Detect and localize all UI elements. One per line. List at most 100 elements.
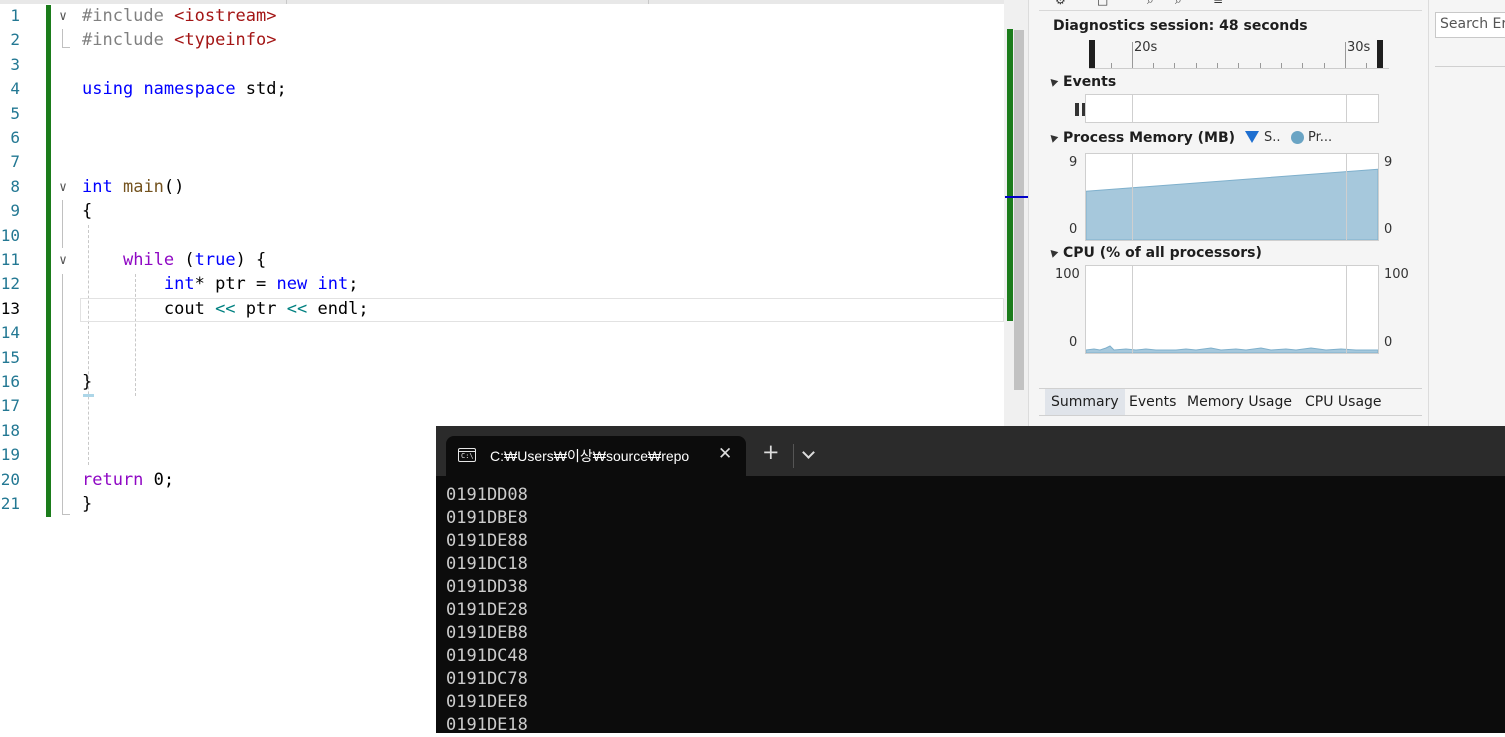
fold-toggle-icon[interactable]: ∨ (56, 176, 70, 200)
divider (1039, 10, 1422, 11)
tab-cpu-usage[interactable]: CPU Usage (1299, 389, 1388, 415)
tab-memory-usage[interactable]: Memory Usage (1181, 389, 1298, 415)
code-line[interactable]: } (82, 492, 92, 516)
code-line[interactable]: int* ptr = new int; (82, 272, 359, 296)
process-memory-label: Process Memory (MB) (1063, 130, 1236, 146)
scrollbar-caret-marker (1005, 196, 1029, 198)
code-line[interactable]: } (82, 370, 92, 394)
settings-icon[interactable]: ⚙ (1055, 0, 1066, 7)
terminal-output-line: 0191DE18 (446, 715, 528, 735)
terminal-output-line: 0191DD08 (446, 485, 528, 505)
collapse-triangle-icon[interactable] (1047, 132, 1059, 143)
diagnostic-tabs: Summary Events Memory Usage CPU Usage (1039, 388, 1422, 416)
code-token: 0; (143, 469, 175, 490)
code-token: int (317, 274, 349, 295)
line-number: 12 (0, 274, 20, 294)
memory-axis-min-right: 0 (1384, 222, 1393, 237)
ruler-label-30s: 30s (1347, 40, 1371, 55)
code-token: cout (82, 298, 216, 319)
zoom-in-icon[interactable]: ⌕ (1147, 0, 1154, 8)
brace-match-marker (83, 394, 94, 397)
cpu-usage-header[interactable]: CPU (% of all processors) (1047, 245, 1262, 261)
line-number: 11 (0, 250, 20, 269)
collapse-triangle-icon[interactable] (1047, 247, 1059, 258)
code-line[interactable]: using namespace std; (82, 77, 287, 101)
code-token: () (163, 176, 185, 197)
line-number: 8 (10, 176, 20, 196)
process-memory-header[interactable]: Process Memory (MB) (1047, 130, 1236, 146)
collapse-triangle-icon[interactable] (1047, 76, 1059, 87)
code-token: while (122, 250, 175, 270)
code-line[interactable]: while (true) { (82, 248, 266, 272)
code-line[interactable]: #include <iostream> (82, 4, 276, 28)
fold-toggle-icon[interactable]: ∨ (56, 249, 70, 273)
chart-icon[interactable]: ≡ (1213, 0, 1223, 7)
line-number: 9 (10, 201, 20, 221)
new-tab-button[interactable]: + (762, 442, 780, 463)
line-number: 14 (0, 323, 20, 343)
search-input[interactable] (1436, 13, 1505, 35)
line-number: 1 (10, 6, 20, 25)
zoom-out-icon[interactable]: ⌕ (1175, 0, 1182, 8)
cpu-usage-chart[interactable] (1085, 265, 1379, 354)
code-line[interactable]: #include <typeinfo> (82, 28, 276, 52)
cpu-usage-graph (1086, 345, 1378, 353)
change-tracking-bar (46, 5, 51, 517)
close-tab-icon[interactable]: ✕ (718, 444, 732, 464)
search-box[interactable] (1435, 12, 1505, 38)
scrollbar-change-marker (1007, 29, 1013, 321)
code-token: ( (174, 250, 195, 270)
timeline-start-handle[interactable] (1089, 40, 1095, 68)
memory-area-series (1086, 168, 1378, 240)
chevron-down-icon[interactable] (802, 446, 815, 459)
terminal-title-bar[interactable]: C:\ C:₩Users₩이상₩source₩repo ✕ + (436, 426, 1505, 476)
timeline-ruler[interactable]: 20s 30s (1089, 40, 1389, 69)
fold-region-line (62, 274, 63, 514)
code-line[interactable]: cout << ptr << endl; (82, 297, 369, 321)
terminal-output-line: 0191DE88 (446, 531, 528, 551)
code-token: endl; (307, 298, 369, 319)
code-token: ; (348, 274, 359, 295)
fold-toggle-icon[interactable]: ∨ (56, 5, 70, 29)
code-token: main (122, 176, 164, 197)
timeline-end-handle[interactable] (1377, 40, 1383, 68)
code-line[interactable]: int main() (82, 175, 184, 199)
events-section-header[interactable]: Events (1047, 74, 1116, 90)
events-track[interactable] (1085, 94, 1379, 123)
code-token: true (194, 250, 236, 270)
code-token: * ptr = (194, 274, 277, 295)
code-token: <typeinfo> (174, 30, 277, 51)
code-line[interactable]: { (82, 199, 92, 223)
terminal-output[interactable]: 0191DD08 0191DBE8 0191DE88 0191DC18 0191DD38… (446, 484, 528, 737)
line-number: 7 (10, 152, 20, 172)
code-token: ) { (235, 250, 267, 270)
fold-region-line (62, 29, 63, 47)
line-number: 17 (0, 396, 20, 416)
scrollbar-thumb[interactable] (1014, 30, 1024, 390)
code-token: } (82, 494, 93, 514)
line-number: 18 (0, 420, 20, 440)
cpu-axis-max-right: 100 (1384, 267, 1409, 282)
memory-axis-max-right: 9 (1384, 155, 1393, 170)
line-number: 10 (0, 225, 20, 245)
export-icon[interactable]: □ (1097, 0, 1108, 7)
terminal-window[interactable]: C:\ C:₩Users₩이상₩source₩repo ✕ + 0191DD08… (436, 426, 1505, 735)
terminal-output-line: 0191DD38 (446, 577, 528, 597)
code-token: #include (82, 30, 175, 51)
line-number: 2 (10, 30, 20, 50)
tab-events[interactable]: Events (1123, 389, 1182, 415)
code-token: << (286, 298, 308, 319)
process-memory-chart[interactable] (1085, 153, 1379, 241)
cpu-axis-min-right: 0 (1384, 335, 1393, 350)
terminal-tab[interactable]: C:\ C:₩Users₩이상₩source₩repo ✕ (446, 436, 746, 476)
code-token: std; (235, 79, 287, 100)
terminal-output-line: 0191DEB8 (446, 623, 528, 643)
code-line[interactable]: return 0; (82, 468, 174, 492)
terminal-output-line: 0191DC78 (446, 669, 528, 689)
line-number: 6 (10, 128, 20, 147)
tab-summary[interactable]: Summary (1045, 389, 1125, 415)
